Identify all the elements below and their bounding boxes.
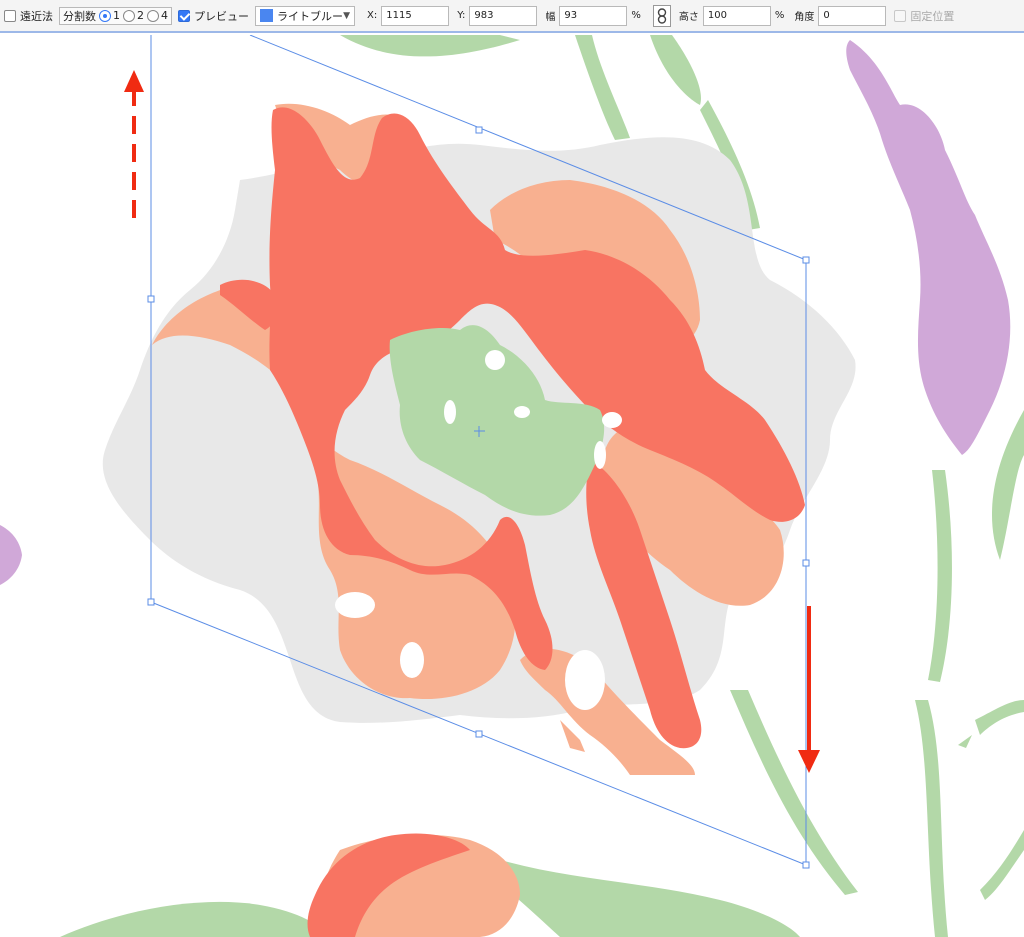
transform-toolbar: 遠近法 分割数 1 2 4 プレビュー ライトブルー ▼ X: 1115 Y: … xyxy=(0,0,1024,33)
x-label: X: xyxy=(367,10,378,21)
color-swatch xyxy=(260,9,273,22)
perspective-checkbox[interactable] xyxy=(4,9,16,22)
division-radio-4[interactable] xyxy=(147,9,159,22)
dashed-up-arrow-icon xyxy=(124,70,144,218)
chevron-down-icon: ▼ xyxy=(343,10,350,21)
divisions-group: 分割数 1 2 4 xyxy=(59,6,172,25)
angle-label: 角度 xyxy=(794,12,815,23)
width-input[interactable]: 93 xyxy=(559,5,628,26)
divisions-label: 分割数 xyxy=(63,9,96,23)
fixed-position-option[interactable]: 固定位置 xyxy=(894,8,954,24)
perspective-option[interactable]: 遠近法 xyxy=(4,8,53,24)
x-input[interactable]: 1115 xyxy=(381,5,450,26)
height-input[interactable]: 100 xyxy=(702,5,771,26)
fixed-position-label: 固定位置 xyxy=(910,9,955,23)
preview-checkbox[interactable] xyxy=(178,9,190,22)
division-radio-2[interactable] xyxy=(123,9,135,22)
color-select-value: ライトブルー xyxy=(277,9,343,23)
angle-input[interactable]: 0 xyxy=(818,5,887,26)
division-option-2: 2 xyxy=(137,9,144,22)
width-label: 幅 xyxy=(545,12,556,23)
y-input[interactable]: 983 xyxy=(469,5,538,26)
division-radio-1[interactable] xyxy=(99,9,111,22)
color-select[interactable]: ライトブルー ▼ xyxy=(255,5,355,26)
preview-label: プレビュー xyxy=(194,9,249,23)
drawing-canvas[interactable] xyxy=(0,35,1024,937)
preview-option[interactable]: プレビュー xyxy=(178,8,249,24)
down-arrow-icon xyxy=(798,606,820,773)
fixed-position-checkbox[interactable] xyxy=(894,9,907,22)
width-unit: % xyxy=(631,10,641,21)
division-option-1: 1 xyxy=(113,9,120,22)
height-label: 高さ xyxy=(678,12,699,23)
height-unit: % xyxy=(774,10,785,21)
y-label: Y: xyxy=(457,10,466,21)
division-option-4: 4 xyxy=(161,9,168,22)
aspect-link-button[interactable] xyxy=(652,4,671,27)
chain-link-icon xyxy=(657,7,667,24)
perspective-label: 遠近法 xyxy=(20,9,53,23)
